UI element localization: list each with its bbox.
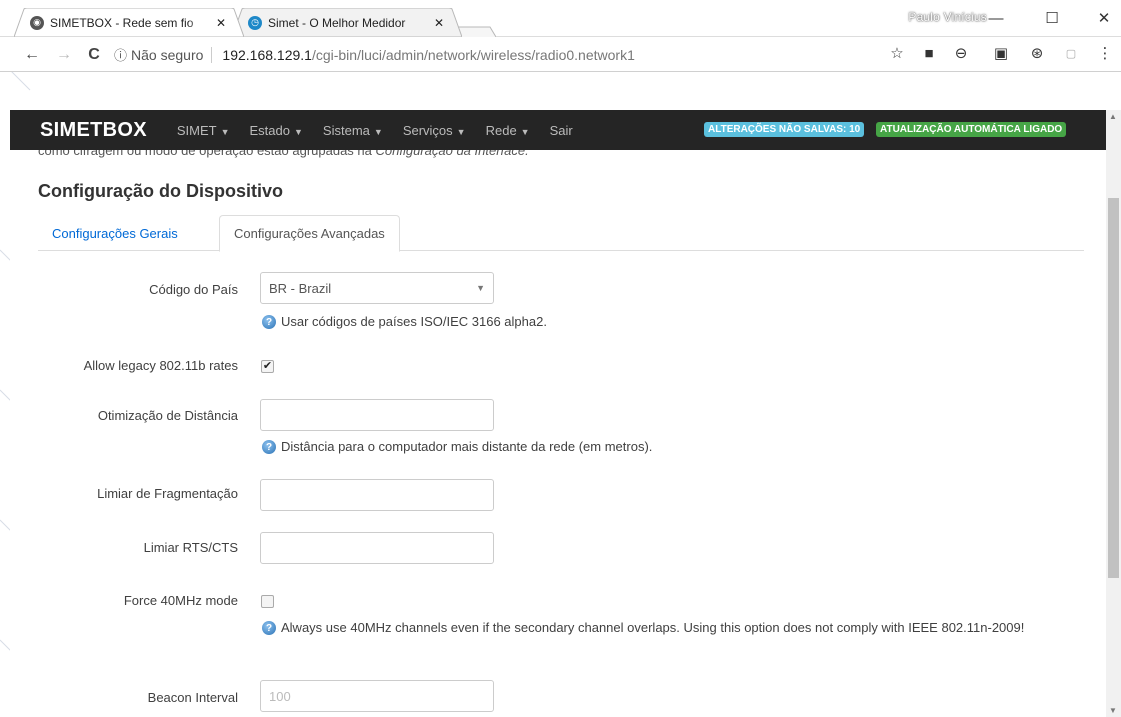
star-icon[interactable]: ☆ xyxy=(886,42,908,64)
beacon-interval-label: Beacon Interval xyxy=(147,690,238,705)
rts-cts-label: Limiar RTS/CTS xyxy=(143,540,238,555)
nav-servicos[interactable]: Serviços ▼ xyxy=(403,123,466,138)
force-40mhz-help: ? Always use 40MHz channels even if the … xyxy=(262,618,1082,637)
scroll-down-icon[interactable]: ▼ xyxy=(1109,706,1117,715)
beacon-interval-input[interactable]: 100 xyxy=(260,680,494,712)
config-tabs: Configurações Gerais Configurações Avanç… xyxy=(38,215,1084,252)
distance-label: Otimização de Distância xyxy=(97,408,238,423)
extension-icon[interactable]: ▢ xyxy=(1060,42,1082,64)
intro-text: como cifragem ou modo de operação estão … xyxy=(38,150,529,158)
nav-sair[interactable]: Sair xyxy=(550,123,573,138)
luci-navbar: SIMETBOX SIMET ▼ Estado ▼ Sistema ▼ Serviço… xyxy=(10,110,1106,150)
main-content: como cifragem ou modo de operação estão … xyxy=(10,150,1106,717)
nav-rede[interactable]: Rede ▼ xyxy=(486,123,530,138)
address-bar[interactable]: ⓘ Não seguro 192.168.129.1/cgi-bin/luci/… xyxy=(114,41,884,68)
nav-sistema[interactable]: Sistema ▼ xyxy=(323,123,383,138)
simet-favicon-icon: ◷ xyxy=(248,15,262,30)
brand-logo[interactable]: SIMETBOX xyxy=(40,119,147,142)
caret-down-icon: ▼ xyxy=(373,126,383,137)
help-icon: ? xyxy=(262,315,276,329)
back-button[interactable]: ← xyxy=(20,43,44,67)
auto-refresh-badge[interactable]: ATUALIZAÇÃO AUTOMÁTICA LIGADO xyxy=(876,122,1067,137)
legacy-rates-checkbox[interactable]: ✔ xyxy=(261,360,274,373)
minimize-button[interactable]: — xyxy=(976,6,1016,30)
browser-tab-simet[interactable]: ◷ Simet - O Melhor Medidor ✕ xyxy=(232,8,462,37)
close-tab-icon[interactable]: ✕ xyxy=(430,16,448,30)
close-window-button[interactable]: ✕ xyxy=(1084,6,1121,30)
close-tab-icon[interactable]: ✕ xyxy=(212,16,230,30)
forward-button[interactable]: → xyxy=(52,43,76,67)
browser-tab-strip: ◉ SIMETBOX - Rede sem fio ✕ ◷ Simet - O … xyxy=(0,0,1121,37)
country-code-label: Código do País xyxy=(149,282,238,297)
caret-down-icon: ▼ xyxy=(220,126,230,137)
wifi-favicon-icon: ◉ xyxy=(30,15,44,30)
nav-simet[interactable]: SIMET ▼ xyxy=(177,123,230,138)
scroll-up-icon[interactable]: ▲ xyxy=(1109,112,1117,121)
caret-down-icon: ▼ xyxy=(520,126,530,137)
country-code-value: BR - Brazil xyxy=(269,280,332,296)
scrollbar-thumb[interactable] xyxy=(1108,198,1119,578)
distance-input[interactable] xyxy=(260,399,494,431)
maximize-button[interactable]: ☐ xyxy=(1032,6,1072,30)
rts-cts-input[interactable] xyxy=(260,532,494,564)
security-label[interactable]: Não seguro xyxy=(131,46,213,63)
chevron-down-icon: ▼ xyxy=(476,283,485,293)
tab-title: SIMETBOX - Rede sem fio xyxy=(50,15,206,30)
force-40mhz-label: Force 40MHz mode xyxy=(123,593,238,608)
fragmentation-label: Limiar de Fragmentação xyxy=(97,486,238,501)
tab-title: Simet - O Melhor Medidor xyxy=(268,15,424,30)
extension-icon[interactable]: ▣ xyxy=(990,42,1012,64)
caret-down-icon: ▼ xyxy=(294,126,303,137)
fragmentation-input[interactable] xyxy=(260,479,494,511)
force-40mhz-checkbox[interactable] xyxy=(261,595,274,608)
browser-tab-simetbox[interactable]: ◉ SIMETBOX - Rede sem fio ✕ xyxy=(14,8,244,37)
country-code-help: ? Usar códigos de países ISO/IEC 3166 al… xyxy=(262,312,547,331)
menu-icon[interactable]: ⋮ xyxy=(1094,42,1116,64)
country-code-select[interactable]: BR - Brazil ▼ xyxy=(260,272,494,304)
url-host: 192.168.129.1 xyxy=(222,46,312,63)
extension-icon[interactable]: ⊛ xyxy=(1026,42,1048,64)
legacy-rates-label: Allow legacy 802.11b rates xyxy=(83,358,238,373)
tab-advanced-settings[interactable]: Configurações Avançadas xyxy=(219,215,400,252)
sync-icon[interactable]: ⊖ xyxy=(950,42,972,64)
extension-icon[interactable]: ■ xyxy=(918,42,940,64)
reload-button[interactable]: C xyxy=(82,43,106,67)
distance-help: ? Distância para o computador mais dista… xyxy=(262,437,652,456)
unsaved-changes-badge[interactable]: ALTERAÇÕES NÃO SALVAS: 10 xyxy=(704,122,865,137)
help-icon: ? xyxy=(262,621,276,635)
help-icon: ? xyxy=(262,440,276,454)
info-icon[interactable]: ⓘ xyxy=(114,45,127,64)
url-path: /cgi-bin/luci/admin/network/wireless/rad… xyxy=(311,46,635,63)
tab-general-settings[interactable]: Configurações Gerais xyxy=(38,215,192,251)
page-scrollbar[interactable]: ▲ ▼ xyxy=(1106,110,1121,717)
caret-down-icon: ▼ xyxy=(456,126,466,137)
nav-estado[interactable]: Estado ▼ xyxy=(250,123,303,138)
section-title: Configuração do Dispositivo xyxy=(38,181,284,201)
